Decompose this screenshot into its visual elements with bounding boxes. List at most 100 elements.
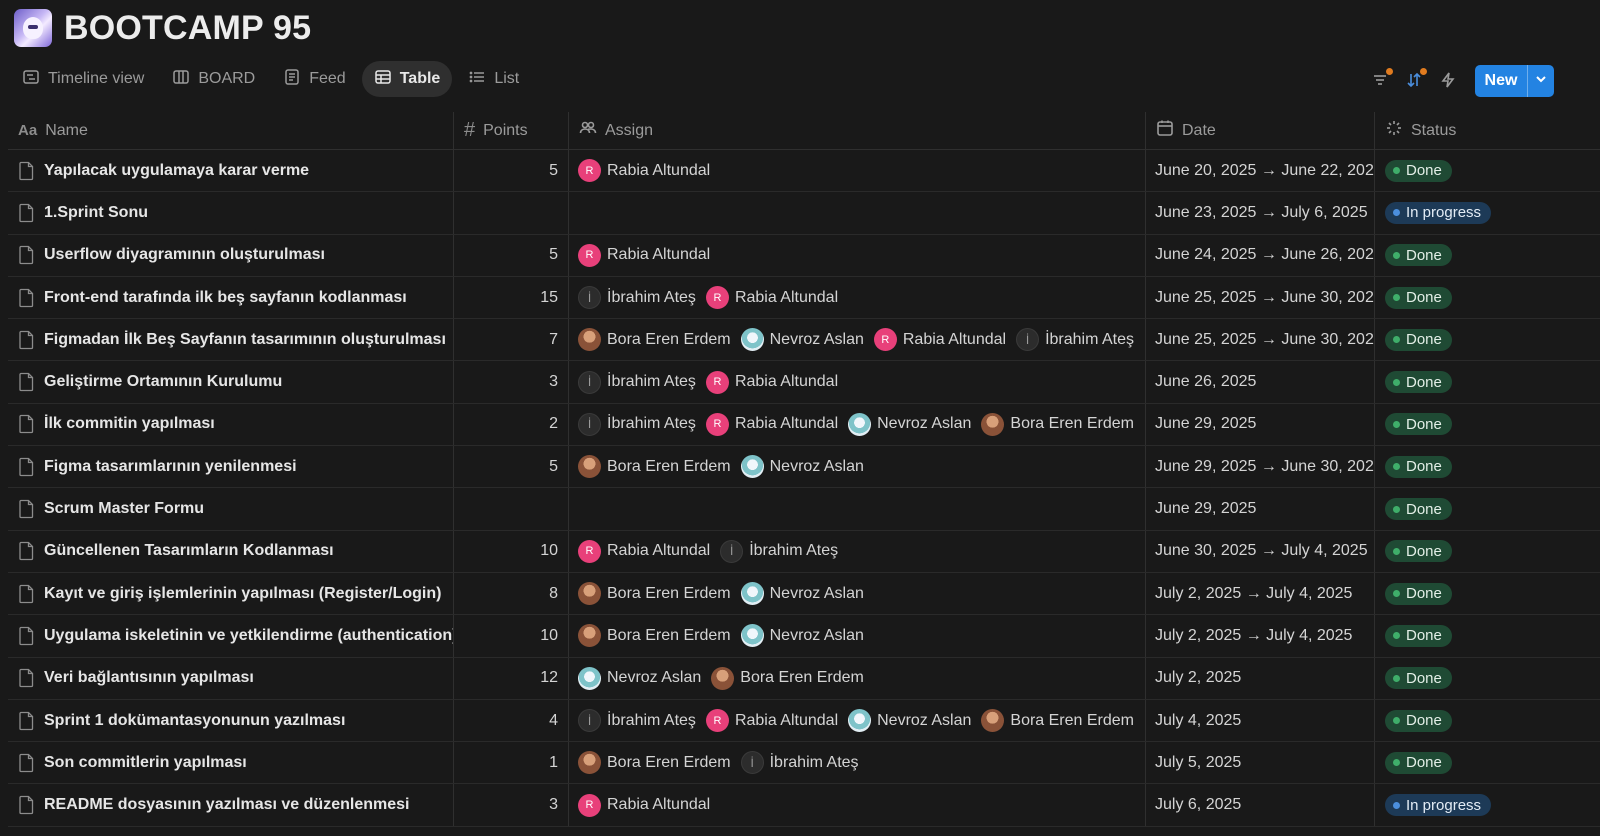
cell-points[interactable] [453, 488, 568, 530]
person-chip-ibrahim-ates[interactable]: İ İbrahim Ateş [578, 370, 696, 394]
ghost-character-icon[interactable] [14, 9, 52, 47]
cell-date[interactable]: June 30, 2025 → July 4, 2025 [1145, 530, 1374, 572]
cell-date[interactable]: June 26, 2025 [1145, 361, 1374, 403]
status-badge[interactable]: Done [1385, 709, 1452, 732]
person-chip-nevroz-aslan[interactable]: Nevroz Aslan [740, 455, 864, 479]
cell-name[interactable]: Veri bağlantısının yapılması [8, 658, 453, 699]
automation-bolt-icon[interactable] [1438, 70, 1458, 90]
tab-table[interactable]: Table [361, 61, 453, 97]
person-chip-bora-eren-erdem[interactable]: Bora Eren Erdem [711, 666, 864, 690]
person-chip-bora-eren-erdem[interactable]: Bora Eren Erdem [981, 412, 1134, 436]
cell-status[interactable]: Done [1374, 319, 1600, 361]
person-chip-bora-eren-erdem[interactable]: Bora Eren Erdem [578, 624, 731, 648]
cell-points[interactable] [453, 192, 568, 234]
person-chip-ibrahim-ates[interactable]: İ İbrahim Ateş [578, 286, 696, 310]
person-chip-rabia-altundal[interactable]: R Rabia Altundal [873, 328, 1006, 352]
cell-points[interactable]: 5 [453, 446, 568, 488]
cell-points[interactable]: 5 [453, 150, 568, 192]
cell-date[interactable]: June 25, 2025 → June 30, 2025 [1145, 319, 1374, 361]
table-row[interactable]: Geliştirme Ortamının Kurulumu 3 İ İbrahi… [8, 361, 1600, 404]
cell-date[interactable]: June 29, 2025 → June 30, 2025 [1145, 446, 1374, 488]
cell-points[interactable]: 2 [453, 403, 568, 446]
cell-name[interactable]: Sprint 1 dokümantasyonunun yazılması [8, 700, 453, 741]
cell-date[interactable]: June 25, 2025 → June 30, 2025 [1145, 276, 1374, 319]
status-badge[interactable]: Done [1385, 667, 1452, 690]
cell-status[interactable]: Done [1374, 657, 1600, 699]
tab-board[interactable]: BOARD [160, 61, 267, 97]
person-chip-rabia-altundal[interactable]: R Rabia Altundal [705, 286, 838, 310]
cell-date[interactable]: June 24, 2025 → June 26, 2025 [1145, 234, 1374, 276]
cell-status[interactable]: Done [1374, 742, 1600, 784]
new-dropdown-button[interactable] [1527, 65, 1554, 97]
status-badge[interactable]: Done [1385, 624, 1452, 647]
status-badge[interactable]: Done [1385, 751, 1452, 774]
column-header-assign[interactable]: Assign [568, 112, 1145, 149]
table-row[interactable]: Figma tasarımlarının yenilenmesi 5 Bora … [8, 446, 1600, 489]
cell-assign[interactable]: Bora Eren Erdem Nevroz Aslan [568, 572, 1145, 615]
cell-assign[interactable]: Bora Eren Erdem Nevroz Aslan R Rabia Alt… [568, 319, 1145, 361]
cell-date[interactable]: June 29, 2025 [1145, 403, 1374, 446]
person-chip-bora-eren-erdem[interactable]: Bora Eren Erdem [578, 582, 731, 606]
cell-date[interactable]: July 2, 2025 [1145, 657, 1374, 699]
cell-name[interactable]: Kayıt ve giriş işlemlerinin yapılması (R… [8, 573, 453, 614]
cell-status[interactable]: Done [1374, 699, 1600, 742]
status-badge[interactable]: In progress [1385, 794, 1492, 817]
cell-name[interactable]: Userflow diyagramının oluşturulması [8, 235, 453, 276]
person-chip-bora-eren-erdem[interactable]: Bora Eren Erdem [578, 328, 731, 352]
cell-status[interactable]: Done [1374, 615, 1600, 657]
cell-assign[interactable] [568, 192, 1145, 234]
column-header-date[interactable]: Date [1145, 112, 1374, 149]
person-chip-nevroz-aslan[interactable]: Nevroz Aslan [740, 328, 864, 352]
cell-points[interactable]: 7 [453, 319, 568, 361]
cell-points[interactable]: 15 [453, 276, 568, 319]
cell-assign[interactable]: R Rabia Altundal [568, 784, 1145, 826]
status-badge[interactable]: Done [1385, 286, 1452, 309]
cell-assign[interactable]: Nevroz Aslan Bora Eren Erdem [568, 657, 1145, 699]
person-chip-nevroz-aslan[interactable]: Nevroz Aslan [848, 412, 971, 436]
cell-status[interactable]: Done [1374, 572, 1600, 615]
sort-icon[interactable] [1404, 68, 1427, 90]
cell-assign[interactable]: R Rabia Altundal İ İbrahim Ateş [568, 530, 1145, 572]
cell-date[interactable]: July 4, 2025 [1145, 699, 1374, 742]
cell-status[interactable]: Done [1374, 446, 1600, 488]
person-chip-nevroz-aslan[interactable]: Nevroz Aslan [740, 624, 864, 648]
status-badge[interactable]: Done [1385, 498, 1452, 521]
person-chip-ibrahim-ates[interactable]: İ İbrahim Ateş [578, 412, 696, 436]
person-chip-rabia-altundal[interactable]: R Rabia Altundal [578, 243, 710, 267]
status-badge[interactable]: Done [1385, 582, 1452, 605]
table-row[interactable]: Güncellenen Tasarımların Kodlanması 10 R… [8, 530, 1600, 573]
cell-assign[interactable]: İ İbrahim Ateş R Rabia Altundal [568, 361, 1145, 403]
person-chip-rabia-altundal[interactable]: R Rabia Altundal [705, 370, 838, 394]
cell-date[interactable]: July 6, 2025 [1145, 784, 1374, 826]
status-badge[interactable]: Done [1385, 244, 1452, 267]
cell-points[interactable]: 4 [453, 699, 568, 742]
person-chip-nevroz-aslan[interactable]: Nevroz Aslan [848, 709, 971, 732]
cell-points[interactable]: 10 [453, 530, 568, 572]
person-chip-rabia-altundal[interactable]: R Rabia Altundal [705, 412, 838, 436]
table-row[interactable]: İlk commitin yapılması 2 İ İbrahim Ateş … [8, 403, 1600, 447]
cell-assign[interactable]: İ İbrahim Ateş R Rabia Altundal [568, 276, 1145, 319]
cell-status[interactable]: Done [1374, 150, 1600, 192]
cell-status[interactable]: Done [1374, 234, 1600, 276]
tab-list[interactable]: List [456, 61, 531, 97]
cell-status[interactable]: Done [1374, 530, 1600, 572]
cell-status[interactable]: In progress [1374, 784, 1600, 826]
person-chip-ibrahim-ates[interactable]: İ İbrahim Ateş [740, 751, 859, 775]
cell-date[interactable]: July 2, 2025 → July 4, 2025 [1145, 615, 1374, 657]
cell-date[interactable]: June 29, 2025 [1145, 488, 1374, 530]
cell-assign[interactable]: Bora Eren Erdem Nevroz Aslan [568, 615, 1145, 657]
cell-points[interactable]: 12 [453, 657, 568, 699]
person-chip-bora-eren-erdem[interactable]: Bora Eren Erdem [578, 751, 731, 775]
filter-icon[interactable] [1370, 68, 1393, 90]
cell-points[interactable]: 8 [453, 572, 568, 615]
cell-points[interactable]: 10 [453, 615, 568, 657]
cell-points[interactable]: 3 [453, 361, 568, 403]
table-row[interactable]: Son commitlerin yapılması 1 Bora Eren Er… [8, 742, 1600, 785]
person-chip-ibrahim-ates[interactable]: İ İbrahim Ateş [720, 539, 838, 563]
person-chip-ibrahim-ates[interactable]: İ İbrahim Ateş [578, 709, 696, 732]
cell-points[interactable]: 3 [453, 784, 568, 826]
cell-status[interactable]: Done [1374, 488, 1600, 530]
table-row[interactable]: Figmadan İlk Beş Sayfanın tasarımının ol… [8, 319, 1600, 362]
column-header-name[interactable]: Aa Name [8, 112, 453, 149]
cell-name[interactable]: Geliştirme Ortamının Kurulumu [8, 361, 453, 402]
